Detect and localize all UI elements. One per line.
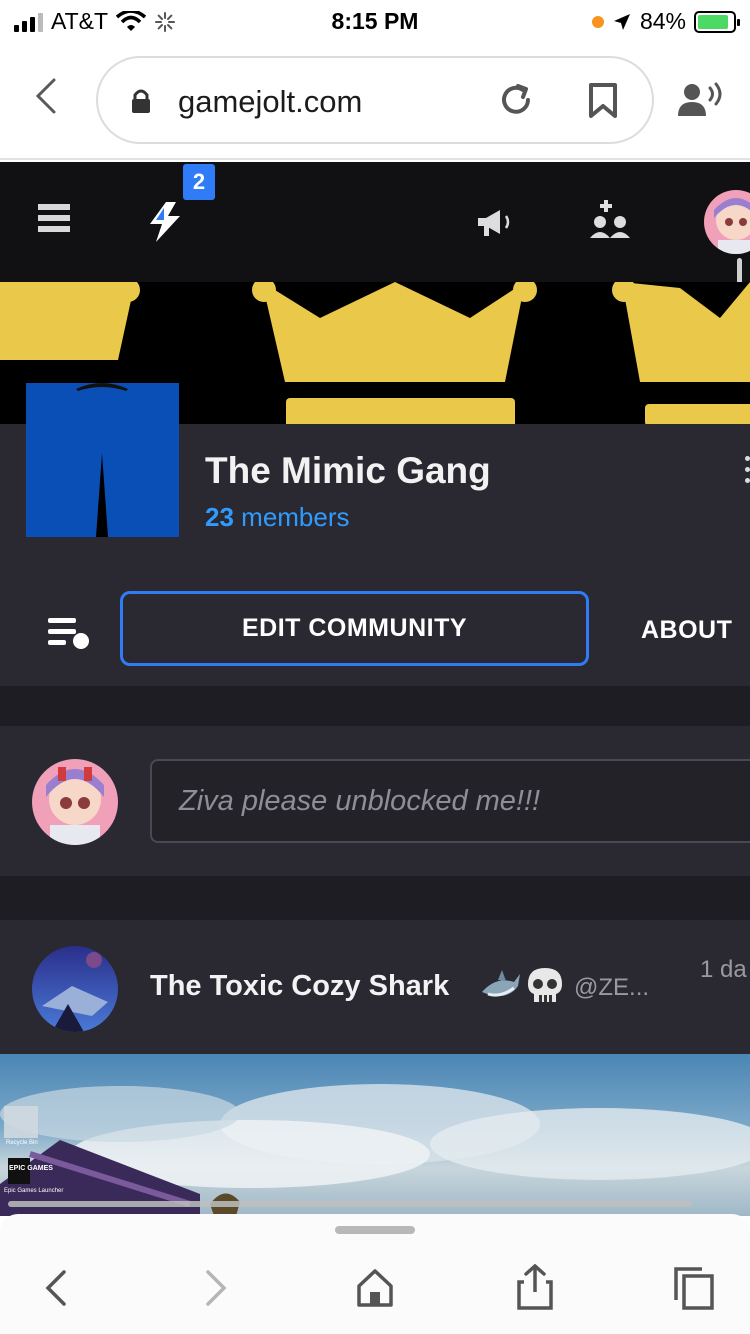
address-bar[interactable]: gamejolt.com (96, 56, 654, 144)
site-header: 2 (0, 162, 750, 282)
member-label: members (241, 502, 350, 532)
mic-in-use-indicator (591, 15, 604, 28)
tab-about[interactable]: ABOUT (641, 616, 732, 645)
url-text: gamejolt.com (178, 84, 363, 119)
edit-community-button[interactable]: EDIT COMMUNITY (120, 591, 589, 666)
recycle-bin-label: Recycle Bin (6, 1140, 38, 1146)
section-divider (0, 876, 750, 920)
megaphone-icon[interactable] (476, 206, 516, 238)
epic-games-label: Epic Games Launcher (4, 1188, 63, 1194)
community-header: The Mimic Gang 23 members EDIT COMMUNITY… (0, 383, 750, 686)
horizontal-scrollbar[interactable] (8, 1201, 692, 1207)
lock-icon (132, 89, 150, 113)
location-arrow-icon (613, 13, 630, 30)
browser-back-icon[interactable] (30, 76, 64, 116)
menu-icon[interactable] (38, 204, 70, 237)
member-count: 23 (205, 502, 234, 532)
post-author-name[interactable]: The Toxic Cozy Shark (150, 970, 449, 1003)
post-author-handle[interactable]: @ZE... (574, 974, 649, 1002)
member-count-link[interactable]: 23 members (205, 502, 350, 533)
forward-icon[interactable] (204, 1268, 228, 1308)
epic-games-logo-text: EPIC GAMES (9, 1165, 53, 1172)
share-icon[interactable] (516, 1264, 554, 1310)
reload-icon[interactable] (498, 82, 534, 118)
browser-toolbar: gamejolt.com (0, 42, 750, 160)
home-icon[interactable] (356, 1268, 394, 1308)
community-thumbnail[interactable] (26, 383, 179, 537)
voice-reader-icon[interactable] (678, 82, 726, 118)
section-divider (0, 686, 750, 726)
bookmark-icon[interactable] (588, 82, 618, 120)
tabs-icon[interactable] (672, 1266, 714, 1310)
battery-percentage: 84% (639, 8, 686, 34)
user-avatar[interactable] (704, 190, 750, 254)
more-options-icon[interactable] (745, 456, 750, 489)
community-name: The Mimic Gang (205, 450, 491, 491)
feed-post: The Toxic Cozy Shark @ZE... 1 da (0, 920, 750, 1054)
activity-bolt-icon[interactable] (146, 202, 184, 242)
shark-icon (482, 970, 520, 997)
skull-icon (528, 968, 562, 1002)
recycle-bin-desktop-icon: Recycle Bin (4, 1106, 38, 1146)
post-input[interactable]: Ziva please unblocked me!!! (150, 759, 750, 843)
post-composer: Ziva please unblocked me!!! (0, 726, 750, 876)
friends-icon[interactable] (590, 200, 632, 242)
status-bar: AT&T 8:15 PM 84% (0, 0, 750, 42)
back-icon[interactable] (44, 1268, 68, 1308)
channel-list-icon[interactable] (48, 616, 90, 650)
browser-bottom-bar (0, 1214, 750, 1334)
post-timestamp: 1 da (700, 956, 747, 983)
drag-handle[interactable] (335, 1226, 415, 1234)
author-emojis (480, 966, 564, 1006)
notification-count-badge: 2 (183, 164, 215, 200)
post-author-avatar[interactable] (32, 946, 118, 1032)
post-image[interactable]: Recycle Bin EPIC GAMES Epic Games Launch… (0, 1054, 750, 1216)
composer-avatar (32, 759, 118, 845)
battery-icon (694, 10, 740, 33)
